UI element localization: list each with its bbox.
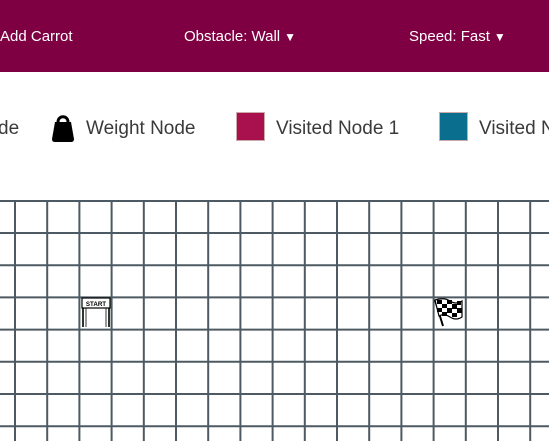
- legend-partial-label: de: [0, 118, 20, 139]
- visited-node-2-swatch: [439, 112, 468, 141]
- start-badge-text: START: [86, 301, 106, 308]
- top-navbar: Add Carrot Obstacle: Wall ▼ Speed: Fast ▼: [0, 0, 549, 72]
- caret-down-icon: ▼: [493, 30, 506, 44]
- grid-board[interactable]: START: [0, 200, 549, 441]
- finish-node[interactable]: [432, 296, 464, 328]
- legend-visited-node-1-label: Visited Node 1: [276, 118, 400, 139]
- obstacle-dropdown[interactable]: Obstacle: Wall ▼: [184, 28, 296, 46]
- visited-node-1-swatch: [236, 112, 265, 141]
- speed-dropdown-label: Speed: Fast: [409, 28, 490, 45]
- add-carrot-button[interactable]: Add Carrot: [0, 28, 73, 46]
- legend-weight-node-label: Weight Node: [86, 118, 196, 139]
- weight-icon: [50, 113, 76, 143]
- start-node[interactable]: START: [80, 297, 112, 329]
- checkered-flag-icon: [434, 298, 463, 327]
- caret-down-icon: ▼: [284, 30, 297, 44]
- add-carrot-label: Add Carrot: [0, 28, 73, 45]
- obstacle-dropdown-label: Obstacle: Wall: [184, 28, 281, 45]
- legend-visited-node-2-label: Visited N: [479, 118, 549, 139]
- speed-dropdown[interactable]: Speed: Fast ▼: [409, 28, 506, 46]
- start-gate-icon: START: [81, 297, 111, 327]
